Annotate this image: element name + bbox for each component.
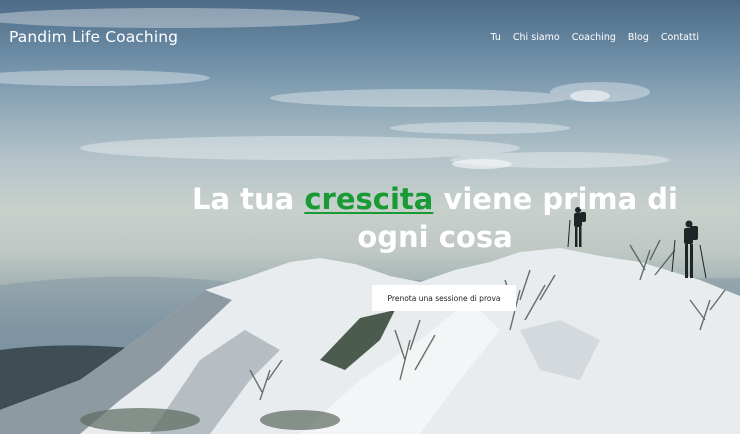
main-nav: Tu Chi siamo Coaching Blog Contatti [491,32,700,43]
headline-highlight: crescita [304,182,434,216]
headline-text-before: La tua [192,182,305,216]
hero-headline: La tua crescita viene prima di ogni cosa [190,180,680,256]
nav-item-tu[interactable]: Tu [491,32,501,43]
nav-item-chi-siamo[interactable]: Chi siamo [513,32,560,43]
brand-logo-text[interactable]: Pandim Life Coaching [9,28,178,46]
hero-section: Pandim Life Coaching Tu Chi siamo Coachi… [0,0,740,434]
nav-item-contatti[interactable]: Contatti [661,32,699,43]
book-trial-session-button[interactable]: Prenota una sessione di prova [372,285,516,311]
nav-item-blog[interactable]: Blog [628,32,649,43]
nav-item-coaching[interactable]: Coaching [572,32,616,43]
